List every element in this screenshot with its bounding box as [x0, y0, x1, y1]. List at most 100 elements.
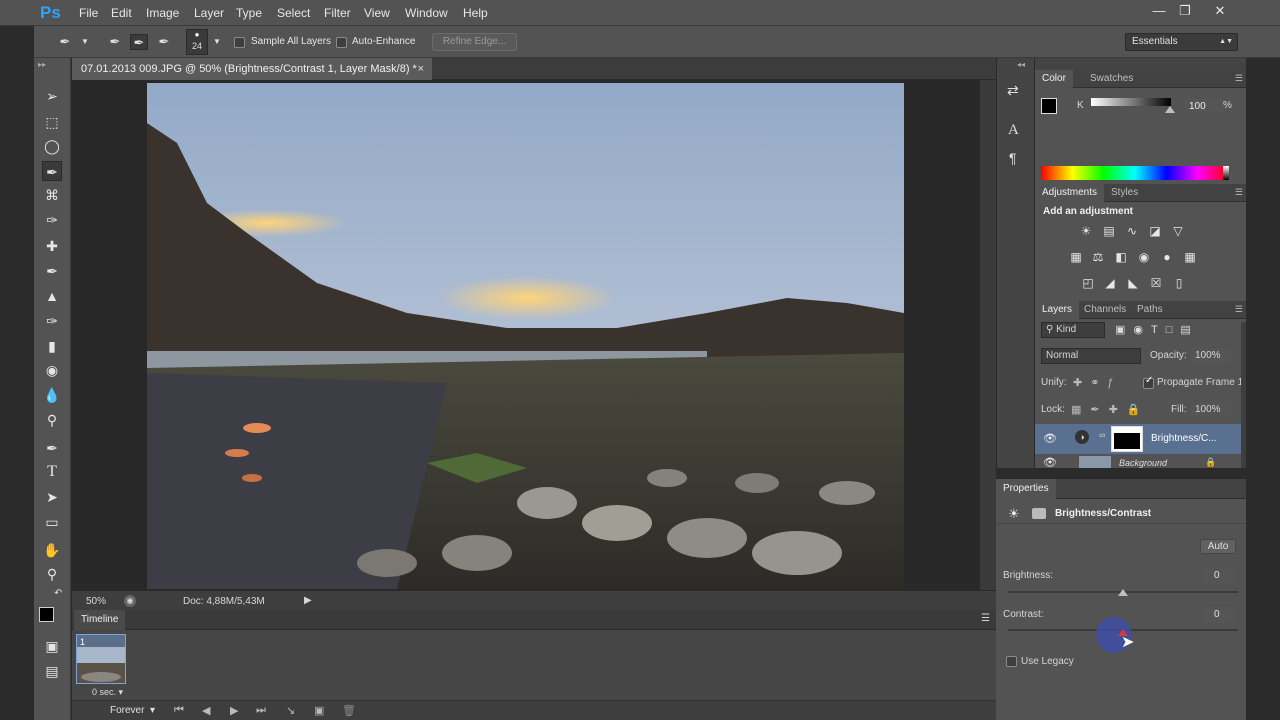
sample-all-layers-checkbox[interactable] [234, 37, 245, 48]
tab-properties[interactable]: Properties [996, 479, 1056, 499]
channel-mixer-adjustment-icon[interactable]: ● [1158, 248, 1176, 266]
tab-color[interactable]: Color [1035, 70, 1073, 88]
menu-help[interactable]: Help [463, 6, 488, 20]
menu-filter[interactable]: Filter [324, 6, 351, 20]
color-lookup-adjustment-icon[interactable]: ▦ [1181, 248, 1199, 266]
zoom-level[interactable]: 50% [86, 596, 106, 607]
color-foreground-swatch[interactable] [1041, 98, 1057, 114]
foreground-color-swatch[interactable] [39, 607, 54, 622]
lasso-tool-icon[interactable]: ◯ [42, 136, 62, 156]
menu-file[interactable]: File [79, 6, 98, 20]
k-slider[interactable] [1091, 98, 1171, 106]
clone-stamp-tool-icon[interactable]: ▲ [42, 286, 62, 306]
photo-filter-adjustment-icon[interactable]: ◉ [1135, 248, 1153, 266]
link-icon[interactable]: ∞ [1099, 430, 1105, 440]
tab-swatches[interactable]: Swatches [1083, 70, 1140, 88]
vibrance-adjustment-icon[interactable]: ▽ [1169, 222, 1187, 240]
panel-menu-icon[interactable]: ☰ [1235, 73, 1243, 84]
crop-tool-icon[interactable]: ⌘ [42, 185, 62, 205]
layer-filter-select[interactable]: ⚲ Kind [1041, 322, 1105, 338]
color-balance-adjustment-icon[interactable]: ⚖ [1089, 248, 1107, 266]
invert-adjustment-icon[interactable]: ◰ [1079, 274, 1097, 292]
swap-colors-icon[interactable]: ↶ [54, 588, 62, 599]
status-info-icon[interactable]: ◉ [124, 595, 136, 607]
history-panel-icon[interactable]: ⇄ [1007, 82, 1019, 99]
expand-dock-icon[interactable]: ◂◂ [1017, 60, 1025, 69]
timeline-frame[interactable]: 1 [76, 634, 126, 684]
new-selection-icon[interactable]: ✒ [106, 34, 124, 50]
tab-adjustments[interactable]: Adjustments [1035, 184, 1105, 202]
vertical-scrollbar[interactable] [980, 80, 996, 590]
black-white-ramp[interactable] [1223, 166, 1229, 180]
brightness-slider-knob[interactable] [1118, 589, 1128, 596]
status-menu-arrow-icon[interactable]: ▶ [304, 595, 312, 606]
path-selection-tool-icon[interactable]: ➤ [42, 487, 62, 507]
posterize-adjustment-icon[interactable]: ◢ [1101, 274, 1119, 292]
chevron-down-icon[interactable]: ▼ [76, 34, 94, 50]
selective-color-adjustment-icon[interactable]: ☒ [1147, 274, 1165, 292]
fill-field[interactable]: 100% [1191, 402, 1231, 418]
eyedropper-tool-icon[interactable]: ✑ [42, 210, 62, 230]
close-document-icon[interactable]: × [418, 58, 424, 80]
menu-edit[interactable]: Edit [111, 6, 132, 20]
blur-tool-icon[interactable]: 💧 [42, 385, 62, 405]
collapse-tools-icon[interactable]: ▸▸ [38, 60, 46, 69]
curves-adjustment-icon[interactable]: ∿ [1123, 222, 1141, 240]
layer-row-brightness-contrast[interactable]: 👁 ◑ ∞ Brightness/C... [1035, 424, 1241, 454]
timeline-tab[interactable]: Timeline [74, 610, 126, 630]
tab-paths[interactable]: Paths [1130, 301, 1170, 319]
rectangle-tool-icon[interactable]: ▭ [42, 512, 62, 532]
pen-tool-icon[interactable]: ✒ [42, 438, 62, 458]
tween-icon[interactable]: ↘ [286, 704, 295, 717]
menu-image[interactable]: Image [146, 6, 179, 20]
previous-frame-icon[interactable]: ◀ [202, 704, 210, 717]
brightness-contrast-adjustment-icon[interactable]: ☀ [1077, 222, 1095, 240]
hue-saturation-adjustment-icon[interactable]: ▦ [1067, 248, 1085, 266]
refine-edge-button[interactable]: Refine Edge... [432, 33, 517, 51]
tab-styles[interactable]: Styles [1104, 184, 1145, 202]
use-legacy-checkbox[interactable] [1006, 656, 1017, 667]
move-tool-icon[interactable]: ➢ [42, 86, 62, 106]
restore-icon[interactable]: ❐ [1174, 2, 1196, 20]
zoom-tool-icon[interactable]: ⚲ [42, 564, 62, 584]
threshold-adjustment-icon[interactable]: ◣ [1124, 274, 1142, 292]
delete-frame-icon[interactable]: 🗑 [342, 704, 356, 717]
play-icon[interactable]: ▶ [230, 704, 238, 717]
document-image[interactable] [147, 83, 904, 589]
document-tab[interactable]: 07.01.2013 009.JPG @ 50% (Brightness/Con… [72, 58, 432, 80]
menu-view[interactable]: View [364, 6, 390, 20]
contrast-value[interactable]: 0 [1204, 607, 1234, 623]
lock-icons[interactable]: ▦✒✚🔒 [1071, 403, 1150, 416]
brush-tool-icon[interactable]: ✒ [42, 261, 62, 281]
marquee-tool-icon[interactable]: ⬚ [42, 112, 62, 132]
loop-select[interactable]: Forever ▾ [110, 705, 155, 716]
quick-mask-icon[interactable]: ▣ [42, 636, 62, 656]
duplicate-frame-icon[interactable]: ▣ [314, 704, 324, 717]
tab-channels[interactable]: Channels [1077, 301, 1133, 319]
dodge-tool-icon[interactable]: ⚲ [42, 410, 62, 430]
layer-mask-thumbnail[interactable] [1111, 426, 1143, 452]
paint-bucket-tool-icon[interactable]: ◉ [42, 360, 62, 380]
frame-delay[interactable]: 0 sec. ▾ [92, 687, 123, 698]
menu-type[interactable]: Type [236, 6, 262, 20]
close-icon[interactable]: ✕ [1209, 2, 1231, 20]
opacity-field[interactable]: 100% [1191, 348, 1231, 364]
menu-window[interactable]: Window [405, 6, 448, 20]
visibility-eye-icon[interactable]: 👁 [1043, 432, 1057, 445]
minimize-icon[interactable]: — [1148, 2, 1170, 20]
gradient-map-adjustment-icon[interactable]: ▯ [1170, 274, 1188, 292]
screen-mode-icon[interactable]: ▤ [42, 661, 62, 681]
auto-enhance-checkbox[interactable] [336, 37, 347, 48]
healing-brush-tool-icon[interactable]: ✚ [42, 236, 62, 256]
next-frame-icon[interactable]: ⏭ [256, 704, 266, 717]
quick-selection-preset-icon[interactable]: ✒ [56, 34, 74, 50]
add-to-selection-icon[interactable]: ✒ [130, 34, 148, 50]
layer-mask-icon[interactable] [1032, 508, 1046, 519]
layer-row-background[interactable]: 👁 Background 🔒 [1035, 454, 1241, 468]
panel-menu-icon[interactable]: ☰ [981, 613, 990, 624]
first-frame-icon[interactable]: ⏮ [174, 704, 184, 717]
menu-select[interactable]: Select [277, 6, 310, 20]
brightness-value[interactable]: 0 [1204, 568, 1234, 584]
k-value-field[interactable]: 100 [1185, 99, 1225, 114]
hand-tool-icon[interactable]: ✋ [42, 540, 62, 560]
